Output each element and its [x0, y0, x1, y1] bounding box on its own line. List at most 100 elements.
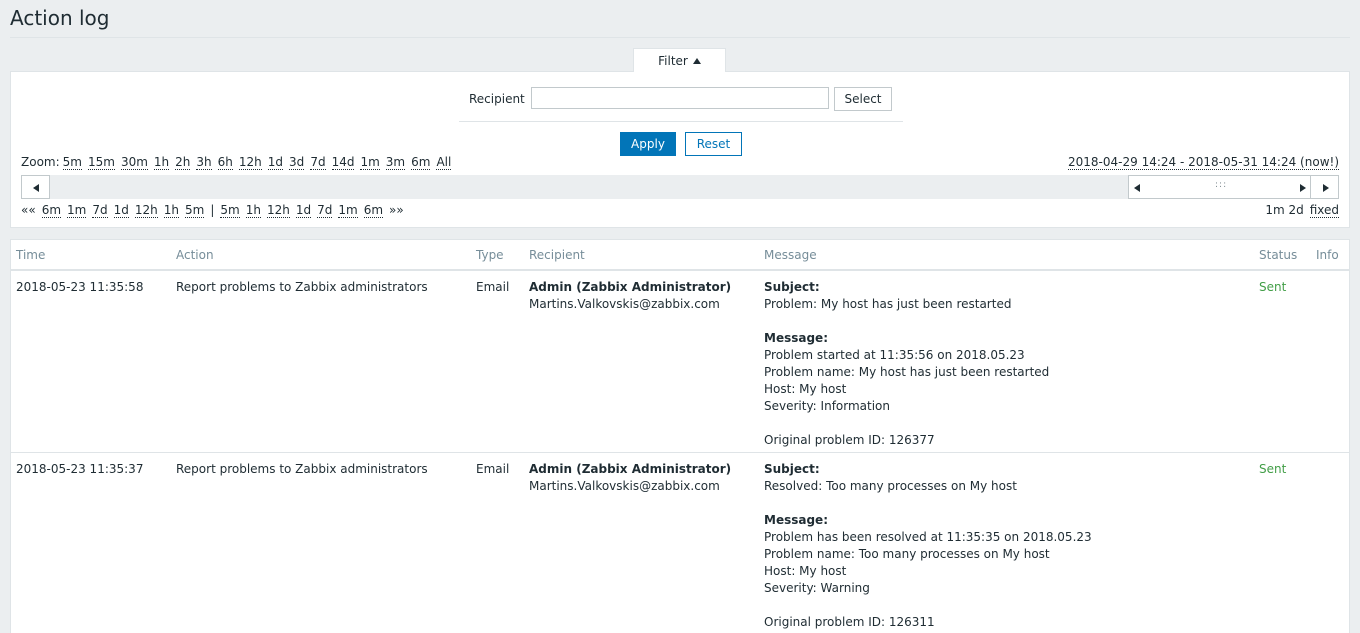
table-row: 2018-05-23 11:35:58 Report problems to Z… [11, 270, 1349, 453]
arrow-right-icon [1323, 184, 1329, 192]
cell-info [1311, 270, 1349, 453]
arrow-right-icon[interactable] [1300, 184, 1306, 192]
zoom-6h[interactable]: 6h [217, 155, 233, 170]
header-info: Info [1311, 240, 1349, 271]
header-status: Status [1254, 240, 1311, 271]
cell-message: Subject: Resolved: Too many processes on… [759, 452, 1254, 633]
header-message: Message [759, 240, 1254, 271]
subject-text: Problem: My host has just been restarted [764, 297, 1012, 311]
message-line [764, 415, 1249, 432]
zoom-30m[interactable]: 30m [120, 155, 148, 170]
nav-back-1h[interactable]: 1h [163, 203, 179, 218]
header-type: Type [471, 240, 524, 271]
nav-back-1m[interactable]: 1m [67, 203, 87, 218]
zoom-3m[interactable]: 3m [385, 155, 406, 170]
nav-back-5m[interactable]: 5m [185, 203, 205, 218]
message-line: Problem has been resolved at 11:35:35 on… [764, 530, 1092, 544]
zoom-15m[interactable]: 15m [87, 155, 115, 170]
time-navigation: «« 6m 1m 7d 1d 12h 1h 5m | 5m 1h 12h 1d 7d 1m 6m »» [21, 203, 410, 218]
message-line: Host: My host [764, 564, 847, 578]
period-controls: 1m 2d fixed [1259, 203, 1339, 218]
recipient-name: Admin (Zabbix Administrator) [529, 280, 732, 294]
message-line: Original problem ID: 126311 [764, 615, 935, 629]
message-line [764, 597, 1249, 614]
slider-left-button[interactable] [21, 175, 50, 199]
header-time: Time [11, 240, 171, 271]
form-divider [459, 121, 903, 122]
filter-tab[interactable]: Filter [633, 48, 726, 72]
recipient-email: Martins.Valkovskis@zabbix.com [529, 297, 720, 311]
arrow-left-icon[interactable] [1134, 184, 1140, 192]
zoom-all[interactable]: All [436, 155, 452, 170]
message-line: Problem started at 11:35:56 on 2018.05.2… [764, 348, 1025, 362]
nav-back-6m[interactable]: 6m [41, 203, 62, 218]
zoom-7d[interactable]: 7d [310, 155, 326, 170]
fixed-toggle[interactable]: fixed [1309, 203, 1339, 218]
zoom-5m[interactable]: 5m [62, 155, 82, 170]
zoom-6m[interactable]: 6m [411, 155, 431, 170]
date-range-link[interactable]: 2018-04-29 14:24 - 2018-05-31 14:24 (now… [1068, 155, 1339, 170]
slider-right-button[interactable] [1310, 175, 1339, 199]
zoom-1h[interactable]: 1h [153, 155, 170, 170]
apply-button[interactable]: Apply [620, 132, 676, 156]
cell-status: Sent [1254, 270, 1311, 453]
zoom-1d[interactable]: 1d [267, 155, 284, 170]
message-label: Message: [764, 513, 828, 527]
zoom-3d[interactable]: 3d [289, 155, 305, 170]
reset-button[interactable]: Reset [685, 132, 742, 156]
grip-icon: ::: [1215, 180, 1228, 190]
message-line: Problem name: Too many processes on My h… [764, 547, 1050, 561]
zoom-label: Zoom: [21, 155, 60, 169]
zoom-1m[interactable]: 1m [360, 155, 380, 170]
zoom-3h[interactable]: 3h [196, 155, 212, 170]
filter-tab-label: Filter [658, 54, 688, 68]
nav-forward-1h[interactable]: 1h [245, 203, 261, 218]
select-button[interactable]: Select [834, 87, 892, 111]
zoom-2h[interactable]: 2h [175, 155, 191, 170]
cell-time: 2018-05-23 11:35:37 [11, 452, 171, 633]
cell-action: Report problems to Zabbix administrators [171, 270, 471, 453]
message-label: Message: [764, 331, 828, 345]
nav-forward-12h[interactable]: 12h [266, 203, 290, 218]
filter-panel: Recipient Select Apply Reset Zoom: 5m 15m 3… [10, 71, 1350, 228]
zoom-14d[interactable]: 14d [331, 155, 355, 170]
subject-text: Resolved: Too many processes on My host [764, 479, 1017, 493]
cell-type: Email [471, 270, 524, 453]
recipient-input[interactable] [531, 87, 829, 109]
nav-back-12h[interactable]: 12h [134, 203, 158, 218]
recipient-email: Martins.Valkovskis@zabbix.com [529, 479, 720, 493]
message-line: Severity: Information [764, 399, 891, 413]
subject-label: Subject: [764, 462, 820, 476]
nav-forward-1m[interactable]: 1m [338, 203, 358, 218]
cell-recipient: Admin (Zabbix Administrator) Martins.Val… [524, 270, 759, 453]
action-log-table: Time Action Type Recipient Message Statu… [11, 240, 1349, 633]
cell-time: 2018-05-23 11:35:58 [11, 270, 171, 453]
table-header-row: Time Action Type Recipient Message Statu… [11, 240, 1349, 271]
cell-message: Subject: Problem: My host has just been … [759, 270, 1254, 453]
header-action: Action [171, 240, 471, 271]
cell-action: Report problems to Zabbix administrators [171, 452, 471, 633]
recipient-name: Admin (Zabbix Administrator) [529, 462, 732, 476]
timeline-slider[interactable]: ::: [21, 175, 1339, 199]
zoom-12h[interactable]: 12h [238, 155, 262, 170]
zoom-bar: Zoom: 5m 15m 30m 1h 2h 3h 6h 12h 1d 3d 7d 14d 1m 3m 6m A… [21, 155, 457, 170]
header-recipient: Recipient [524, 240, 759, 271]
cell-recipient: Admin (Zabbix Administrator) Martins.Val… [524, 452, 759, 633]
arrow-left-icon [33, 184, 39, 192]
nav-forward-6m[interactable]: 6m [363, 203, 384, 218]
table-row: 2018-05-23 11:35:37 Report problems to Z… [11, 452, 1349, 633]
nav-forward-1d[interactable]: 1d [295, 203, 312, 218]
title-divider [10, 37, 1350, 38]
nav-separator: | [210, 203, 215, 217]
period-label: 1m 2d [1265, 203, 1304, 217]
nav-back-1d[interactable]: 1d [113, 203, 129, 218]
nav-back-7d[interactable]: 7d [92, 203, 108, 218]
subject-label: Subject: [764, 280, 820, 294]
nav-last[interactable]: »» [389, 203, 404, 217]
nav-forward-7d[interactable]: 7d [317, 203, 333, 218]
nav-first[interactable]: «« [21, 203, 36, 217]
slider-handle[interactable]: ::: [1128, 175, 1312, 199]
nav-forward-5m[interactable]: 5m [220, 203, 240, 218]
message-line: Severity: Warning [764, 581, 870, 595]
